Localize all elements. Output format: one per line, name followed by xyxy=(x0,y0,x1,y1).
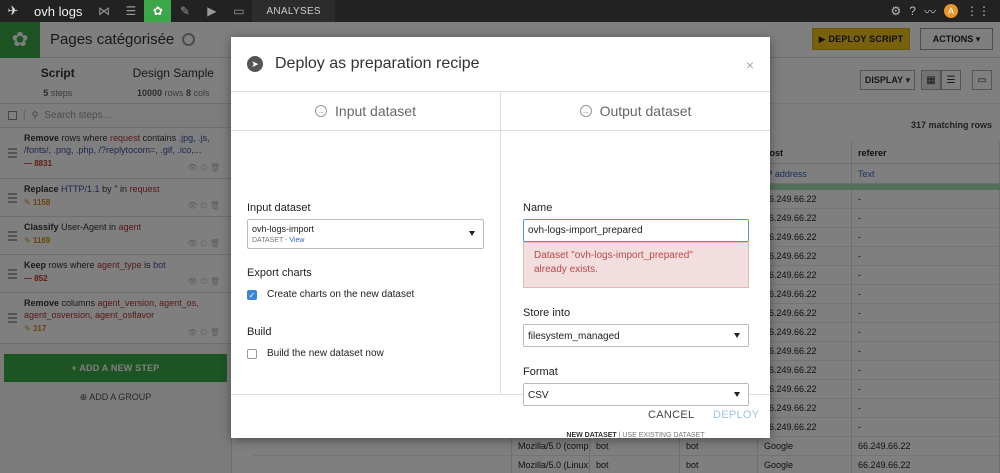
arrow-in-icon: → xyxy=(315,105,328,117)
input-dataset-select[interactable]: ovh-logs-import DATASET - View xyxy=(247,219,484,249)
dataiku-bird-logo-icon[interactable]: ✈ xyxy=(0,0,26,22)
top-navigation-bar: ✈ ovh logs ⋈ ☰ ✿ ✎ ▶ ▭ ANALYSES ⚙ ? 〰 A … xyxy=(0,0,1000,22)
dialog-title: Deploy as preparation recipe xyxy=(275,55,480,72)
output-dataset-column: →Output dataset Name Dataset "ovh-logs-i… xyxy=(501,92,770,439)
view-dataset-link[interactable]: View xyxy=(289,237,304,244)
input-dataset-label: Input dataset xyxy=(247,202,311,214)
name-label: Name xyxy=(523,202,553,214)
create-charts-checkbox[interactable]: ✓ xyxy=(247,290,257,300)
jobs-icon[interactable]: ▶ xyxy=(198,0,225,22)
compass-icon: ➤ xyxy=(247,56,263,72)
caret-down-icon xyxy=(734,332,740,338)
settings-gear-icon[interactable]: ⚙ xyxy=(891,4,902,18)
cancel-button[interactable]: CANCEL xyxy=(648,409,694,421)
project-name[interactable]: ovh logs xyxy=(26,0,90,22)
apps-grid-icon[interactable]: ⋮⋮ xyxy=(966,4,990,18)
activity-icon[interactable]: 〰 xyxy=(924,3,936,20)
flow-icon[interactable]: ⋈ xyxy=(90,0,117,22)
section-label[interactable]: ANALYSES xyxy=(252,0,335,22)
deploy-recipe-dialog: ➤ Deploy as preparation recipe × → Input … xyxy=(231,37,770,439)
create-charts-label[interactable]: Create charts on the new dataset xyxy=(267,289,414,300)
arrow-out-icon: → xyxy=(579,105,592,117)
build-label: Build xyxy=(247,326,272,338)
deploy-button[interactable]: DEPLOY xyxy=(713,409,759,421)
export-charts-label: Export charts xyxy=(247,267,312,279)
dashboards-icon[interactable]: ▭ xyxy=(225,0,252,22)
dataset-name-input[interactable] xyxy=(524,220,748,241)
notebooks-icon[interactable]: ✎ xyxy=(171,0,198,22)
dataset-exists-error: Dataset "ovh-logs-import_prepared" alrea… xyxy=(523,242,749,288)
recipes-icon[interactable]: ✿ xyxy=(144,0,172,22)
format-label: Format xyxy=(523,366,558,378)
close-icon[interactable]: × xyxy=(746,57,754,73)
build-now-checkbox[interactable] xyxy=(247,349,257,359)
caret-down-icon xyxy=(469,231,475,236)
help-icon[interactable]: ? xyxy=(909,4,916,18)
datasets-icon[interactable]: ☰ xyxy=(117,0,144,22)
input-dataset-column: → Input dataset Input dataset ovh-logs-im… xyxy=(231,92,501,394)
user-avatar[interactable]: A xyxy=(944,4,958,18)
build-now-label[interactable]: Build the new dataset now xyxy=(267,348,384,359)
store-into-select[interactable]: filesystem_managed xyxy=(523,324,749,347)
store-into-label: Store into xyxy=(523,307,571,319)
